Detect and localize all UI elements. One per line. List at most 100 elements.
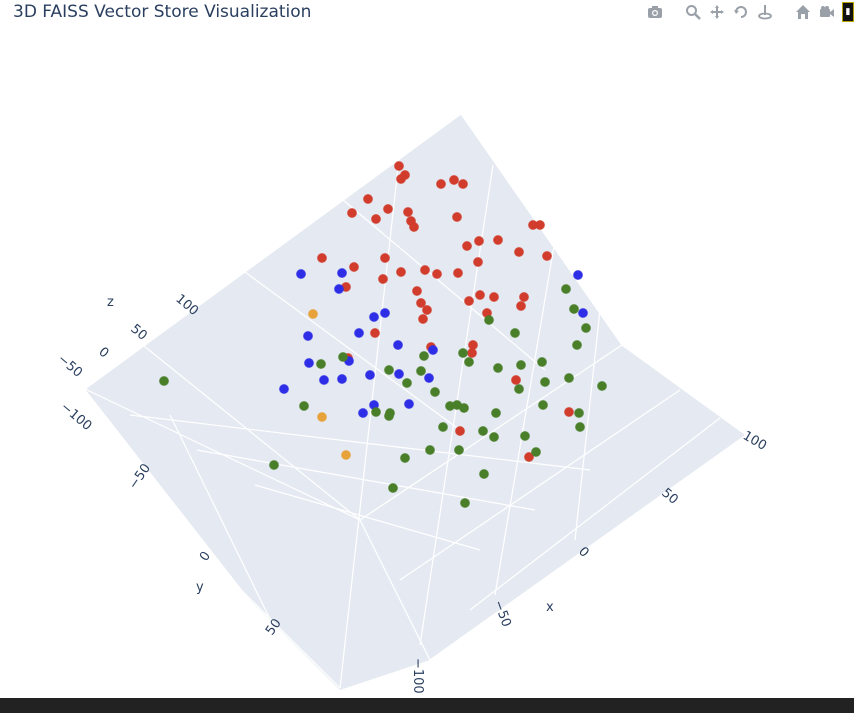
scatter-point[interactable] [319, 375, 329, 385]
scatter-point[interactable] [540, 377, 550, 387]
scatter-point[interactable] [561, 284, 571, 294]
scatter-point[interactable] [516, 301, 526, 311]
scatter-point[interactable] [452, 212, 462, 222]
scatter-point[interactable] [396, 174, 406, 184]
scatter-point[interactable] [438, 422, 448, 432]
scatter-point[interactable] [400, 453, 410, 463]
scatter-point[interactable] [394, 161, 404, 171]
scatter-point[interactable] [384, 365, 394, 375]
scatter-point[interactable] [425, 445, 435, 455]
scatter-point[interactable] [404, 399, 414, 409]
scatter-point[interactable] [430, 387, 440, 397]
scatter-point[interactable] [338, 352, 348, 362]
scatter-point[interactable] [424, 373, 434, 383]
scatter-point[interactable] [464, 357, 474, 367]
scatter-point[interactable] [317, 412, 327, 422]
scatter-point[interactable] [279, 384, 289, 394]
scatter-point[interactable] [516, 360, 526, 370]
scatter-point[interactable] [458, 348, 468, 358]
scatter-point[interactable] [564, 407, 574, 417]
scatter-point[interactable] [380, 253, 390, 263]
scatter-point[interactable] [578, 308, 588, 318]
scatter-point[interactable] [394, 369, 404, 379]
scatter-point[interactable] [514, 247, 524, 257]
scatter-point[interactable] [473, 257, 483, 267]
scatter-point[interactable] [403, 207, 413, 217]
scatter-point[interactable] [269, 460, 279, 470]
scatter-point[interactable] [569, 304, 579, 314]
scatter-point[interactable] [388, 483, 398, 493]
scatter-point[interactable] [538, 400, 548, 410]
scatter-point[interactable] [396, 267, 406, 277]
scatter-point[interactable] [380, 308, 390, 318]
scatter-point[interactable] [455, 426, 465, 436]
scatter-point[interactable] [347, 208, 357, 218]
scatter-point[interactable] [409, 222, 419, 232]
scatter-point[interactable] [475, 290, 485, 300]
scatter-point[interactable] [159, 376, 169, 386]
scatter-point[interactable] [478, 426, 488, 436]
scatter-point[interactable] [573, 270, 583, 280]
scatter-point[interactable] [519, 292, 529, 302]
scatter-point[interactable] [384, 411, 394, 421]
scatter-point[interactable] [337, 268, 347, 278]
scatter-point[interactable] [316, 359, 326, 369]
scatter-point[interactable] [308, 309, 318, 319]
scatter-point[interactable] [299, 401, 309, 411]
scatter-point[interactable] [510, 328, 520, 338]
scatter-point[interactable] [337, 374, 347, 384]
scatter-point[interactable] [349, 262, 359, 272]
scatter-point[interactable] [459, 403, 469, 413]
scatter-point[interactable] [334, 284, 344, 294]
scatter-point[interactable] [489, 432, 499, 442]
scatter-point[interactable] [317, 253, 327, 263]
scatter-point[interactable] [412, 286, 422, 296]
scatter-point[interactable] [303, 331, 313, 341]
scatter-point[interactable] [511, 375, 521, 385]
scatter-point[interactable] [416, 366, 426, 376]
scatter-point[interactable] [304, 358, 314, 368]
scatter-point[interactable] [428, 345, 438, 355]
scatter-point[interactable] [393, 340, 403, 350]
scatter-point[interactable] [371, 214, 381, 224]
scatter-point[interactable] [537, 357, 547, 367]
scatter-point[interactable] [572, 340, 582, 350]
scatter-point[interactable] [432, 269, 442, 279]
scatter-point[interactable] [418, 314, 428, 324]
scatter-point[interactable] [535, 220, 545, 230]
scatter-point[interactable] [467, 348, 477, 358]
scatter-point[interactable] [491, 408, 501, 418]
scatter-point[interactable] [474, 236, 484, 246]
scatter-point[interactable] [371, 407, 381, 417]
scatter-point[interactable] [354, 328, 364, 338]
scatter-point[interactable] [378, 274, 388, 284]
scatter-point[interactable] [484, 315, 494, 325]
scatter-point[interactable] [402, 378, 412, 388]
scatter-point[interactable] [370, 328, 380, 338]
scatter-point[interactable] [460, 498, 470, 508]
scatter-point[interactable] [296, 269, 306, 279]
scatter-point[interactable] [420, 265, 430, 275]
scatter-point[interactable] [493, 363, 503, 373]
scatter-point[interactable] [575, 422, 585, 432]
scatter-point[interactable] [531, 447, 541, 457]
scatter-point[interactable] [383, 204, 393, 214]
scatter-point[interactable] [564, 373, 574, 383]
scatter-point[interactable] [363, 194, 373, 204]
scatter-point[interactable] [453, 268, 463, 278]
scatter-point[interactable] [449, 175, 459, 185]
scatter-point[interactable] [597, 381, 607, 391]
scatter-point[interactable] [574, 408, 584, 418]
scatter-point[interactable] [520, 431, 530, 441]
scatter-point[interactable] [419, 351, 429, 361]
scatter-point[interactable] [581, 323, 591, 333]
scatter-point[interactable] [493, 235, 503, 245]
scatter-point[interactable] [514, 384, 524, 394]
scatter-point[interactable] [479, 469, 489, 479]
scatter-point[interactable] [458, 179, 468, 189]
scatter-point[interactable] [489, 292, 499, 302]
scatter-point[interactable] [436, 179, 446, 189]
scatter-point[interactable] [422, 305, 432, 315]
scatter-point[interactable] [369, 312, 379, 322]
scatter-point[interactable] [462, 241, 472, 251]
